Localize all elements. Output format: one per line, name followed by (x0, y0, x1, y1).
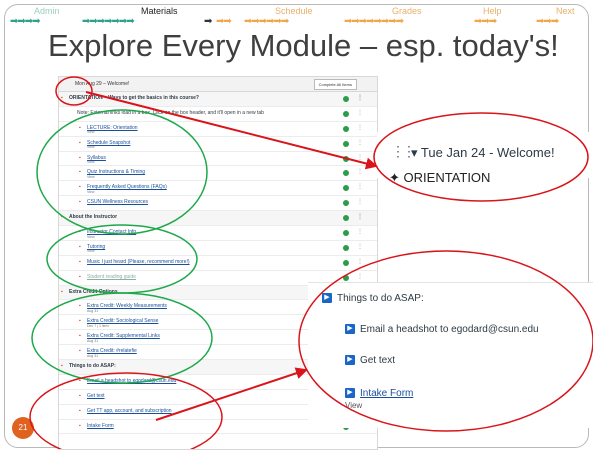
highlight-instructor-ellipse (46, 224, 198, 294)
annotation-overlay (29, 76, 593, 449)
arrow-to-header-zoom (85, 91, 378, 170)
slide: Admin ➡➡➡➡ Materials ➡➡➡➡➡➡➡ ➡ ➡➡ Schedu… (0, 0, 593, 450)
arrow-to-asap-zoom (155, 367, 308, 421)
highlight-orientation-ellipse (36, 109, 208, 235)
zoom-asap-ellipse (298, 250, 593, 432)
highlight-asap-ellipse (29, 372, 223, 449)
zoom-header-ellipse (373, 112, 589, 202)
highlight-date-ellipse (55, 76, 93, 106)
highlight-extra-credit-ellipse (31, 292, 213, 384)
